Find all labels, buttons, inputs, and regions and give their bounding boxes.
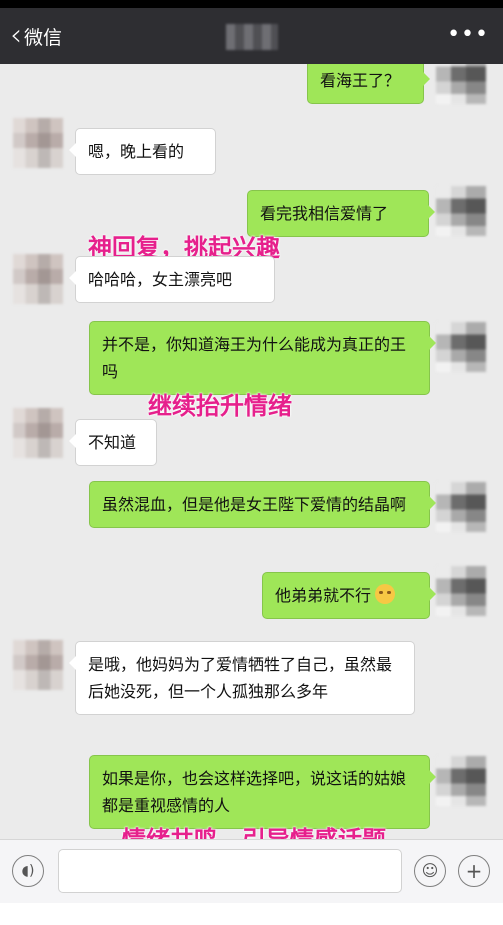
annotation-text: 继续抬升情绪 <box>148 392 292 420</box>
nav-bar: ‹ 微信 ••• <box>0 8 503 64</box>
avatar[interactable] <box>436 566 486 616</box>
avatar[interactable] <box>436 322 486 372</box>
message-bubble[interactable]: 嗯，晚上看的 <box>69 128 216 175</box>
message-bubble[interactable]: 哈哈哈，女主漂亮吧 <box>69 256 275 303</box>
back-button[interactable]: ‹ 微信 <box>10 8 62 64</box>
flushed-face-icon <box>375 584 396 604</box>
avatar[interactable] <box>13 408 63 458</box>
avatar[interactable] <box>436 756 486 806</box>
voice-icon[interactable]: ◖) <box>12 855 44 887</box>
message-bubble[interactable]: 是哦，他妈妈为了爱情牺牲了自己，虽然最后她没死，但一个人孤独那么多年 <box>69 641 415 715</box>
input-bar: ◖) ☺ + <box>0 839 503 904</box>
avatar[interactable] <box>13 118 63 168</box>
message-bubble[interactable]: 不知道 <box>69 419 157 466</box>
message-bubble[interactable]: 他弟弟就不行 <box>262 572 436 619</box>
back-label: 微信 <box>24 26 63 49</box>
message-bubble[interactable]: 如果是你，也会这样选择吧，说这话的姑娘都是重视感情的人 <box>89 755 436 829</box>
plus-icon[interactable]: + <box>458 855 490 887</box>
annotation-text: 情绪共鸣，引导情感话题 <box>122 820 386 839</box>
avatar[interactable] <box>436 186 486 236</box>
more-icon[interactable]: ••• <box>447 22 489 47</box>
chat-area[interactable]: 看海王了？ 嗯，晚上看的 看完我相信爱情了 神回复，挑起兴趣 哈哈哈，女主漂亮吧… <box>0 64 503 839</box>
avatar[interactable] <box>13 640 63 690</box>
emoji-icon[interactable]: ☺ <box>414 855 446 887</box>
message-bubble[interactable]: 虽然混血，但是他是女王陛下爱情的结晶啊 <box>89 481 436 528</box>
contact-name-blurred <box>226 24 278 50</box>
avatar[interactable] <box>436 64 486 104</box>
message-text: 他弟弟就不行 <box>275 586 372 605</box>
message-bubble[interactable]: 看海王了？ <box>307 64 430 104</box>
avatar[interactable] <box>436 482 486 532</box>
chevron-left-icon: ‹ <box>10 18 22 53</box>
avatar[interactable] <box>13 254 63 304</box>
message-input[interactable] <box>58 849 402 893</box>
message-bubble[interactable]: 并不是，你知道海王为什么能成为真正的王吗 <box>89 321 436 395</box>
status-bar <box>0 0 503 8</box>
home-indicator-area <box>0 903 503 925</box>
